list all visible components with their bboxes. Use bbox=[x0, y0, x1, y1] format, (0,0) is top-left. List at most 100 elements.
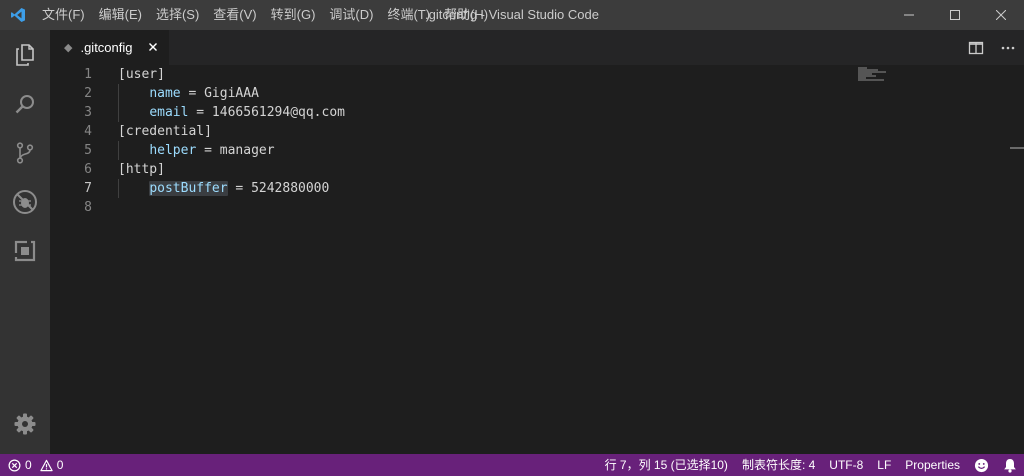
minimize-icon bbox=[904, 14, 914, 16]
split-editor-icon bbox=[968, 41, 984, 54]
line-number: 4 bbox=[84, 124, 92, 139]
more-actions-button[interactable] bbox=[992, 30, 1024, 65]
search-button[interactable] bbox=[0, 79, 50, 128]
editor-tab-bar: ◆ .gitconfig bbox=[50, 30, 1024, 65]
more-icon bbox=[1001, 46, 1015, 49]
debug-button[interactable] bbox=[0, 177, 50, 226]
language-mode[interactable]: Properties bbox=[898, 454, 967, 476]
encoding-setting[interactable]: UTF-8 bbox=[822, 454, 870, 476]
menu-bar: 文件(F) 编辑(E) 选择(S) 查看(V) 转到(G) 调试(D) 终端(T… bbox=[35, 0, 495, 30]
warning-count: 0 bbox=[56, 458, 64, 472]
line-content: [user] bbox=[118, 65, 165, 84]
menu-selection[interactable]: 选择(S) bbox=[149, 0, 206, 30]
config-key: name bbox=[149, 86, 181, 101]
config-key: email bbox=[149, 105, 189, 120]
line-content: [credential] bbox=[118, 122, 212, 141]
config-key: helper bbox=[149, 143, 197, 158]
indent-guide bbox=[118, 141, 119, 160]
line-number: 6 bbox=[84, 162, 92, 177]
code-editor[interactable]: 1 [user] 2 name = GigiAAA 3 email = 1466561… bbox=[50, 65, 1024, 454]
notifications-button[interactable] bbox=[996, 454, 1024, 476]
maximize-icon bbox=[950, 10, 960, 20]
eol-setting[interactable]: LF bbox=[870, 454, 898, 476]
menu-edit[interactable]: 编辑(E) bbox=[92, 0, 149, 30]
activity-bar bbox=[0, 30, 50, 454]
scrollbar-cursor-indicator bbox=[1010, 147, 1024, 149]
line-content: email = 1466561294@qq.com bbox=[118, 103, 345, 122]
menu-terminal[interactable]: 终端(T) bbox=[380, 0, 437, 30]
code-text: = manager bbox=[196, 143, 275, 158]
tab-label: .gitconfig bbox=[80, 40, 133, 55]
line-content: name = GigiAAA bbox=[118, 84, 259, 103]
vscode-logo-icon bbox=[0, 0, 35, 30]
menu-debug[interactable]: 调试(D) bbox=[322, 0, 380, 30]
split-editor-button[interactable] bbox=[960, 30, 992, 65]
code-text: [http] bbox=[118, 162, 165, 177]
line-content: [http] bbox=[118, 160, 165, 179]
code-line: 4 [credential] bbox=[50, 122, 1010, 141]
extensions-icon bbox=[14, 239, 36, 261]
cursor-position[interactable]: 行 7，列 15 (已选择10) bbox=[598, 454, 735, 476]
warning-icon bbox=[40, 459, 53, 471]
window-controls bbox=[886, 0, 1024, 30]
code-line: 8 bbox=[50, 198, 1010, 217]
error-count: 0 bbox=[25, 458, 32, 472]
search-icon bbox=[15, 94, 34, 113]
code-line: 5 helper = manager bbox=[50, 141, 1010, 160]
title-bar: 文件(F) 编辑(E) 选择(S) 查看(V) 转到(G) 调试(D) 终端(T… bbox=[0, 0, 1024, 30]
close-window-button[interactable] bbox=[978, 0, 1024, 30]
menu-file[interactable]: 文件(F) bbox=[35, 0, 92, 30]
code-text: = 5242880000 bbox=[227, 181, 330, 196]
code-line: 3 email = 1466561294@qq.com bbox=[50, 103, 1010, 122]
line-content: helper = manager bbox=[118, 141, 275, 160]
menu-go[interactable]: 转到(G) bbox=[264, 0, 323, 30]
line-number: 2 bbox=[84, 86, 92, 101]
minimap[interactable] bbox=[858, 67, 898, 81]
bell-icon bbox=[1004, 458, 1016, 473]
minimize-button[interactable] bbox=[886, 0, 932, 30]
line-number: 3 bbox=[84, 105, 92, 120]
line-content: postBuffer = 5242880000 bbox=[118, 179, 329, 198]
smiley-icon bbox=[974, 458, 989, 472]
line-number: 8 bbox=[84, 200, 92, 215]
indent-guide bbox=[118, 179, 119, 198]
code-line: 2 name = GigiAAA bbox=[50, 84, 1010, 103]
explorer-button[interactable] bbox=[0, 30, 50, 79]
manage-button[interactable] bbox=[0, 399, 50, 448]
files-icon bbox=[16, 43, 34, 66]
code-line: 6 [http] bbox=[50, 160, 1010, 179]
code-text: [user] bbox=[118, 67, 165, 82]
gear-icon bbox=[14, 413, 36, 434]
source-control-button[interactable] bbox=[0, 128, 50, 177]
line-number: 5 bbox=[84, 143, 92, 158]
file-icon: ◆ bbox=[64, 42, 73, 54]
code-line: 7 postBuffer = 5242880000 bbox=[50, 179, 1010, 198]
close-icon bbox=[996, 10, 1006, 20]
source-control-icon bbox=[16, 141, 34, 164]
line-number: 7 bbox=[84, 181, 92, 196]
code-text: = 1466561294@qq.com bbox=[188, 105, 345, 120]
maximize-button[interactable] bbox=[932, 0, 978, 30]
line-number: 1 bbox=[84, 67, 92, 82]
status-bar: 0 0 行 7，列 15 (已选择10) 制表符长度: 4 UTF-8 LF P… bbox=[0, 454, 1024, 476]
code-text: [credential] bbox=[118, 124, 212, 139]
close-icon[interactable] bbox=[146, 40, 160, 54]
problems-indicator[interactable]: 0 0 bbox=[0, 454, 63, 476]
editor-actions bbox=[960, 30, 1024, 65]
config-key-highlighted: postBuffer bbox=[149, 181, 228, 196]
extensions-button[interactable] bbox=[0, 226, 50, 275]
error-icon bbox=[8, 459, 21, 471]
indent-guide bbox=[118, 103, 119, 122]
menu-help[interactable]: 帮助(H) bbox=[437, 0, 495, 30]
feedback-button[interactable] bbox=[967, 454, 996, 476]
menu-view[interactable]: 查看(V) bbox=[206, 0, 263, 30]
code-text: = GigiAAA bbox=[180, 86, 259, 101]
indentation-setting[interactable]: 制表符长度: 4 bbox=[735, 454, 822, 476]
indent-guide bbox=[118, 84, 119, 103]
debug-icon bbox=[13, 189, 37, 214]
tab-gitconfig[interactable]: ◆ .gitconfig bbox=[50, 30, 169, 65]
